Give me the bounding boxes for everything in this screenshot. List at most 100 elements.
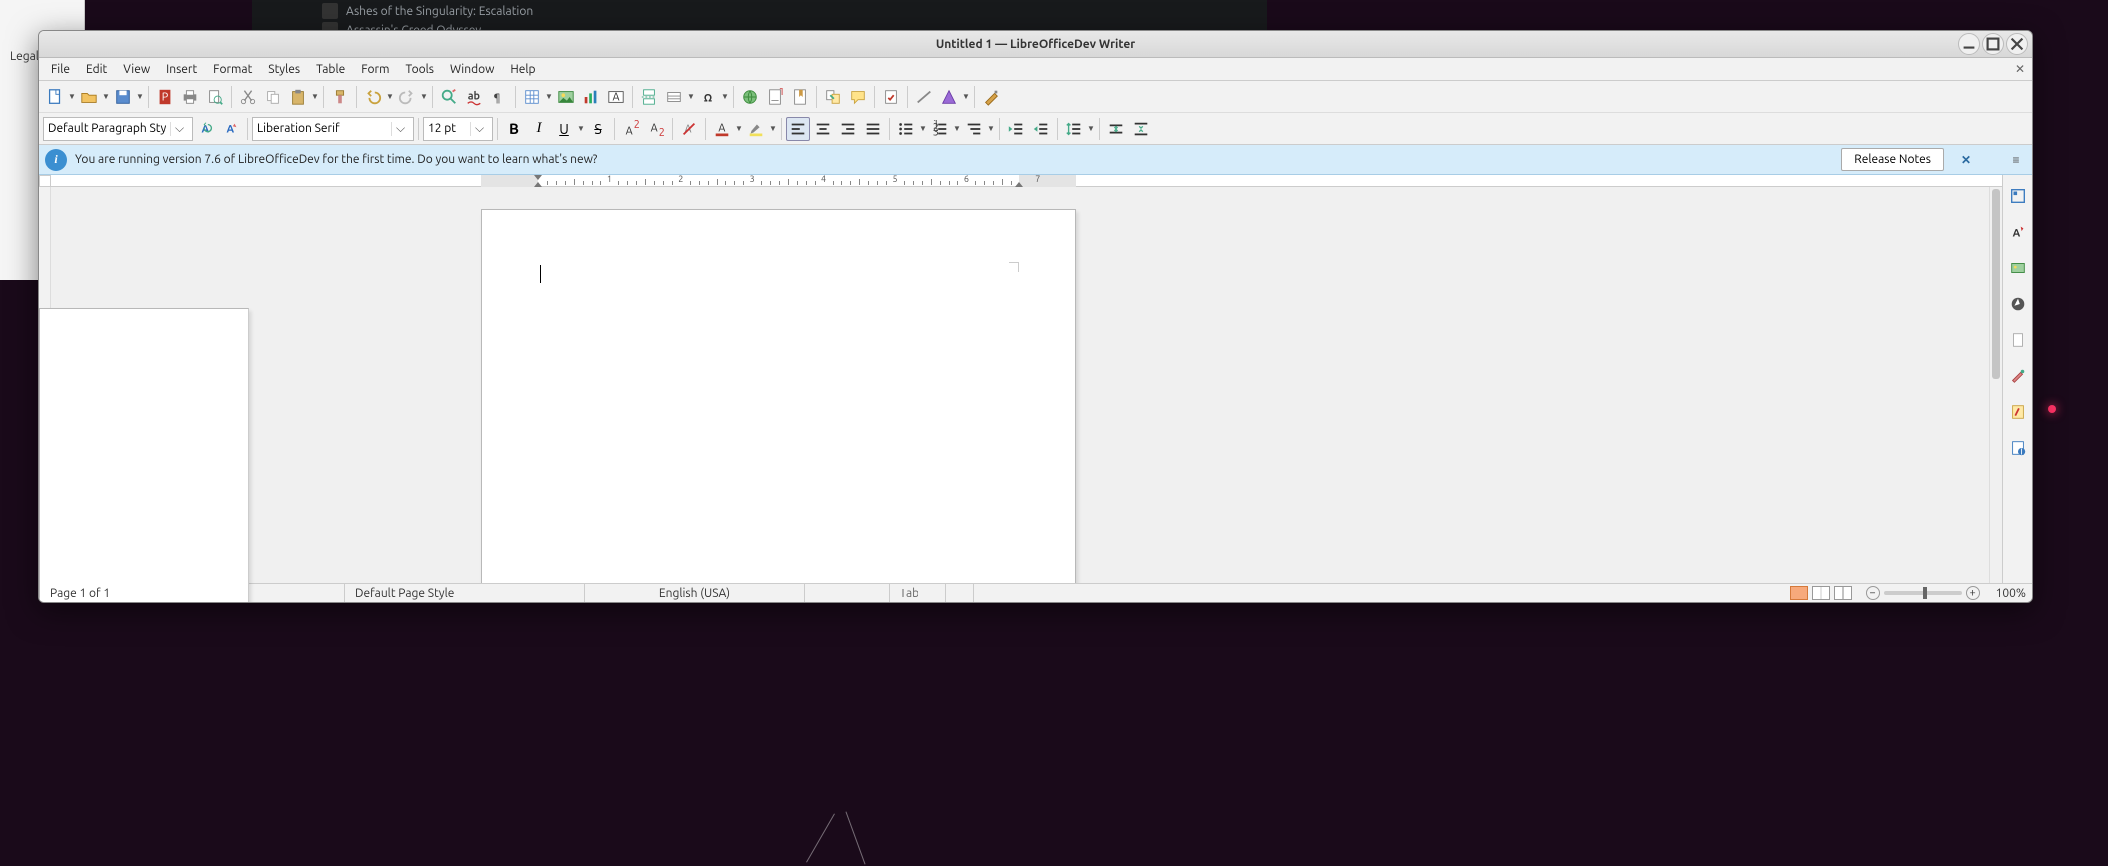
line-spacing-dropdown-icon[interactable]: ▼: [1087, 124, 1095, 133]
decrease-para-spacing-icon[interactable]: [1129, 117, 1153, 141]
strikethrough-icon[interactable]: S: [586, 117, 610, 141]
highlight-color-dropdown-icon[interactable]: ▼: [769, 124, 777, 133]
paste-dropdown-icon[interactable]: ▼: [311, 92, 319, 101]
menu-tools[interactable]: Tools: [397, 60, 442, 79]
minimize-button[interactable]: [1958, 33, 1980, 55]
redo-icon[interactable]: [395, 85, 419, 109]
sidebar-settings-icon[interactable]: ≡: [2006, 150, 2026, 170]
clear-formatting-icon[interactable]: A: [677, 117, 701, 141]
status-selection-mode[interactable]: ab: [890, 584, 946, 602]
bullet-list-dropdown-icon[interactable]: ▼: [919, 124, 927, 133]
italic-icon[interactable]: I: [527, 117, 551, 141]
undo-icon[interactable]: [361, 85, 385, 109]
font-color-dropdown-icon[interactable]: ▼: [735, 124, 743, 133]
document-scroll[interactable]: [51, 187, 2002, 583]
sidebar-gallery-icon[interactable]: [2007, 257, 2029, 279]
insert-comment-icon[interactable]: [846, 85, 870, 109]
insert-special-char-dropdown-icon[interactable]: ▼: [721, 92, 729, 101]
new-style-icon[interactable]: A: [219, 117, 243, 141]
print-preview-icon[interactable]: [203, 85, 227, 109]
sidebar-accessibility-check-icon[interactable]: i: [2007, 437, 2029, 459]
insert-textbox-icon[interactable]: A: [604, 85, 628, 109]
menu-styles[interactable]: Styles: [260, 60, 308, 79]
line-spacing-icon[interactable]: [1062, 117, 1086, 141]
sidebar-manage-changes-icon[interactable]: [2007, 401, 2029, 423]
bold-icon[interactable]: B: [502, 117, 526, 141]
status-signature[interactable]: [946, 584, 974, 602]
insert-image-icon[interactable]: [554, 85, 578, 109]
save-dropdown-icon[interactable]: ▼: [136, 92, 144, 101]
maximize-button[interactable]: [1982, 33, 2004, 55]
status-page[interactable]: Page 1 of 1: [39, 308, 249, 604]
menu-view[interactable]: View: [115, 60, 158, 79]
close-button[interactable]: [2006, 33, 2028, 55]
open-icon[interactable]: [77, 85, 101, 109]
insert-bookmark-icon[interactable]: [788, 85, 812, 109]
insert-special-char-icon[interactable]: Ω: [696, 85, 720, 109]
insert-chart-icon[interactable]: [579, 85, 603, 109]
font-name-combo[interactable]: Liberation Serif ⌵: [252, 117, 414, 141]
clone-formatting-icon[interactable]: [328, 85, 352, 109]
vertical-scrollbar[interactable]: [1989, 187, 2002, 583]
decrease-indent-icon[interactable]: [1029, 117, 1053, 141]
paragraph-style-combo[interactable]: Default Paragraph Sty ⌵: [43, 117, 193, 141]
new-doc-dropdown-icon[interactable]: ▼: [68, 92, 76, 101]
insert-cross-reference-icon[interactable]: [821, 85, 845, 109]
open-dropdown-icon[interactable]: ▼: [102, 92, 110, 101]
chevron-down-icon[interactable]: ⌵: [470, 122, 488, 136]
copy-icon[interactable]: [261, 85, 285, 109]
numbered-list-icon[interactable]: 123: [928, 117, 952, 141]
insert-hyperlink-icon[interactable]: [738, 85, 762, 109]
sidebar-page-icon[interactable]: [2007, 329, 2029, 351]
multi-page-view-icon[interactable]: [1812, 586, 1830, 600]
outline-list-icon[interactable]: [962, 117, 986, 141]
insert-table-dropdown-icon[interactable]: ▼: [545, 92, 553, 101]
font-color-icon[interactable]: A: [710, 117, 734, 141]
export-pdf-icon[interactable]: P: [153, 85, 177, 109]
formatting-marks-icon[interactable]: ¶: [487, 85, 511, 109]
increase-para-spacing-icon[interactable]: [1104, 117, 1128, 141]
align-center-icon[interactable]: [811, 117, 835, 141]
menu-edit[interactable]: Edit: [78, 60, 115, 79]
new-doc-icon[interactable]: [43, 85, 67, 109]
redo-dropdown-icon[interactable]: ▼: [420, 92, 428, 101]
chevron-down-icon[interactable]: ⌵: [170, 122, 188, 136]
status-insert-mode[interactable]: [805, 584, 890, 602]
sidebar-properties-icon[interactable]: [2007, 185, 2029, 207]
underline-dropdown-icon[interactable]: ▼: [577, 124, 585, 133]
highlight-color-icon[interactable]: [744, 117, 768, 141]
book-view-icon[interactable]: [1834, 586, 1852, 600]
horizontal-ruler[interactable]: 1234567: [51, 175, 2002, 187]
status-page-style[interactable]: Default Page Style: [345, 584, 585, 602]
insert-line-icon[interactable]: [912, 85, 936, 109]
cut-icon[interactable]: [236, 85, 260, 109]
subscript-icon[interactable]: A2: [644, 117, 668, 141]
increase-indent-icon[interactable]: [1004, 117, 1028, 141]
sidebar-style-inspector-icon[interactable]: [2007, 365, 2029, 387]
menu-help[interactable]: Help: [502, 60, 543, 79]
insert-footnote-icon[interactable]: 1: [763, 85, 787, 109]
menu-format[interactable]: Format: [205, 60, 260, 79]
find-replace-icon[interactable]: [437, 85, 461, 109]
menu-window[interactable]: Window: [442, 60, 502, 79]
title-bar[interactable]: Untitled 1 — LibreOfficeDev Writer: [39, 31, 2032, 58]
align-right-icon[interactable]: [836, 117, 860, 141]
single-page-view-icon[interactable]: [1790, 586, 1808, 600]
insert-field-icon[interactable]: [662, 85, 686, 109]
save-icon[interactable]: [111, 85, 135, 109]
menu-file[interactable]: File: [43, 60, 78, 79]
undo-dropdown-icon[interactable]: ▼: [386, 92, 394, 101]
menu-form[interactable]: Form: [353, 60, 397, 79]
page[interactable]: [481, 209, 1076, 583]
insert-table-icon[interactable]: [520, 85, 544, 109]
font-size-combo[interactable]: 12 pt ⌵: [423, 117, 493, 141]
zoom-in-icon[interactable]: +: [1966, 586, 1980, 600]
show-draw-functions-icon[interactable]: [979, 85, 1003, 109]
zoom-value[interactable]: 100%: [1996, 587, 2026, 600]
basic-shapes-dropdown-icon[interactable]: ▼: [962, 92, 970, 101]
chevron-down-icon[interactable]: ⌵: [391, 122, 409, 136]
sidebar-styles-icon[interactable]: A: [2007, 221, 2029, 243]
menu-insert[interactable]: Insert: [158, 60, 205, 79]
release-notes-button[interactable]: Release Notes: [1841, 148, 1944, 171]
close-document-icon[interactable]: ✕: [2012, 61, 2028, 77]
